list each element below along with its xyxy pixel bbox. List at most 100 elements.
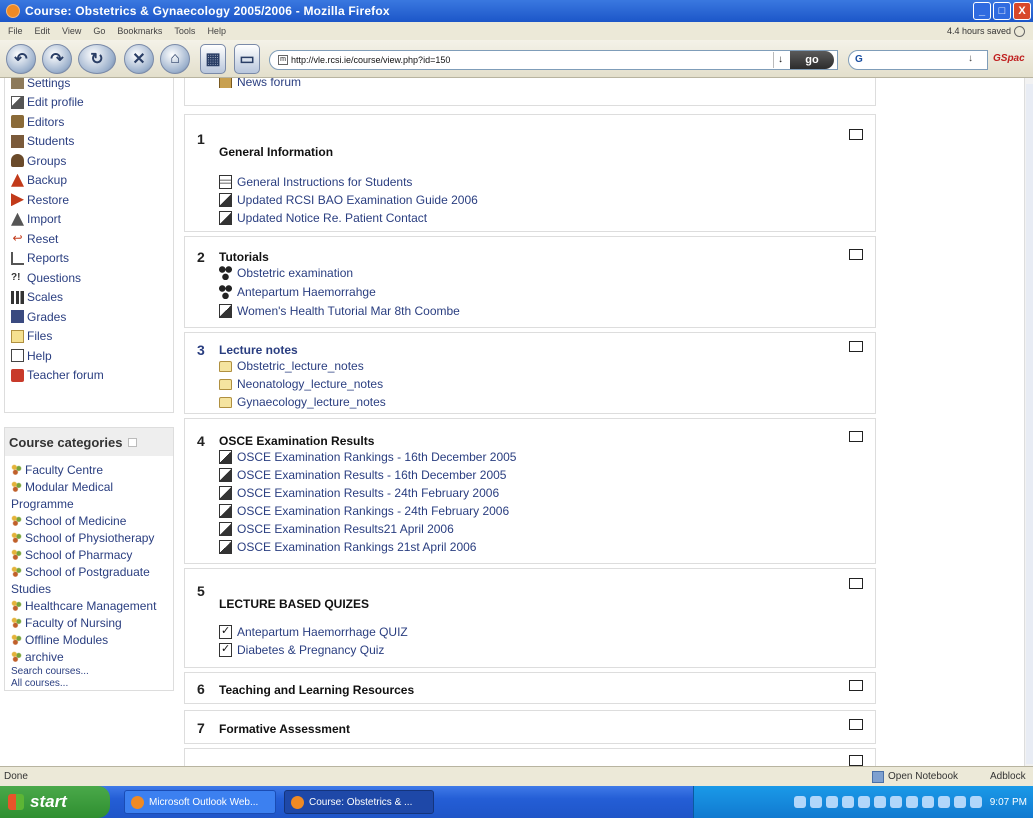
resource-label[interactable]: News forum <box>237 78 301 88</box>
category-item[interactable]: Modular Medical Programme <box>11 479 173 513</box>
category-item[interactable]: archive <box>11 649 173 666</box>
admin-item-help[interactable]: Help <box>11 346 173 366</box>
section-checkbox[interactable] <box>849 755 863 766</box>
admin-item-label[interactable]: Students <box>27 134 74 148</box>
admin-item-backup[interactable]: Backup <box>11 171 173 191</box>
admin-item-label[interactable]: Questions <box>27 271 81 285</box>
section-checkbox[interactable] <box>849 680 863 691</box>
search-dropdown-icon[interactable]: ↓ <box>968 53 973 64</box>
reload-button[interactable]: ↻ <box>78 44 116 74</box>
menu-help[interactable]: Help <box>207 26 226 36</box>
category-link[interactable]: Healthcare Management <box>25 599 156 613</box>
close-button[interactable]: X <box>1013 2 1031 20</box>
admin-item-import[interactable]: Import <box>11 210 173 230</box>
category-item[interactable]: Healthcare Management <box>11 598 173 615</box>
resource-link[interactable]: Neonatology_lecture_notes <box>219 377 383 391</box>
resource-link[interactable]: OSCE Examination Rankings - 16th Decembe… <box>219 450 516 464</box>
url-bar[interactable]: m http://vle.rcsi.ie/course/view.php?id=… <box>269 50 838 70</box>
admin-item-students[interactable]: Students <box>11 132 173 152</box>
resource-label[interactable]: Obstetric examination <box>237 266 353 280</box>
category-link[interactable]: Offline Modules <box>25 633 108 647</box>
admin-item-label[interactable]: Reset <box>27 232 58 246</box>
tray-messenger-icon[interactable] <box>825 796 838 808</box>
resource-link[interactable]: Antepartum Haemorrhage QUIZ <box>219 624 408 639</box>
tray-sync-icon[interactable] <box>937 796 950 808</box>
menu-edit[interactable]: Edit <box>35 26 51 36</box>
resource-label[interactable]: Neonatology_lecture_notes <box>237 377 383 391</box>
admin-item-grades[interactable]: Grades <box>11 307 173 327</box>
resource-link[interactable]: General Instructions for Students <box>219 175 412 189</box>
tray-volume-icon[interactable] <box>841 796 854 808</box>
category-link[interactable]: Modular Medical Programme <box>11 480 113 511</box>
taskbar-item-course[interactable]: Course: Obstetrics & ... <box>284 790 434 814</box>
notebook-label[interactable]: Open Notebook <box>888 771 958 782</box>
admin-item-label[interactable]: Grades <box>27 310 66 324</box>
clock[interactable]: 9:07 PM <box>990 797 1027 808</box>
resource-link[interactable]: Women's Health Tutorial Mar 8th Coombe <box>219 304 460 318</box>
category-link[interactable]: School of Pharmacy <box>25 548 132 562</box>
resource-label[interactable]: OSCE Examination Rankings - 16th Decembe… <box>237 450 516 464</box>
tray-printer-icon[interactable] <box>889 796 902 808</box>
resource-label[interactable]: OSCE Examination Rankings - 24th Februar… <box>237 504 509 518</box>
section-checkbox[interactable] <box>849 341 863 352</box>
admin-item-label[interactable]: Restore <box>27 193 69 207</box>
admin-item-label[interactable]: Scales <box>27 290 63 304</box>
section-checkbox[interactable] <box>849 431 863 442</box>
resource-label[interactable]: OSCE Examination Results - 24th February… <box>237 486 499 500</box>
tray-drive-icon[interactable] <box>969 796 982 808</box>
tray-display-icon[interactable] <box>905 796 918 808</box>
clock-icon[interactable] <box>1014 25 1025 37</box>
resource-label[interactable]: OSCE Examination Results - 16th December… <box>237 468 506 482</box>
tab-button[interactable]: ▭ <box>234 44 260 74</box>
category-link[interactable]: School of Postgraduate Studies <box>11 565 150 596</box>
resource-label[interactable]: Antepartum Haemorrhage QUIZ <box>237 625 408 639</box>
section-checkbox[interactable] <box>849 129 863 140</box>
search-courses-link[interactable]: Search courses... <box>11 666 173 678</box>
taskbar-item-outlook[interactable]: Microsoft Outlook Web... <box>124 790 276 814</box>
category-link[interactable]: School of Medicine <box>25 514 126 528</box>
menu-file[interactable]: File <box>8 26 23 36</box>
admin-item-editors[interactable]: Editors <box>11 112 173 132</box>
resource-link[interactable]: Obstetric_lecture_notes <box>219 359 364 373</box>
resource-link[interactable]: OSCE Examination Rankings - 24th Februar… <box>219 504 509 518</box>
search-engine-icon[interactable]: G <box>855 54 863 65</box>
admin-item-label[interactable]: Help <box>27 349 52 363</box>
admin-item-scales[interactable]: Scales <box>11 288 173 308</box>
gspace-button[interactable]: GSpac <box>993 53 1025 64</box>
admin-item-restore[interactable]: Restore <box>11 190 173 210</box>
resource-link[interactable]: Diabetes & Pregnancy Quiz <box>219 642 384 657</box>
admin-item-label[interactable]: Settings <box>27 78 70 90</box>
maximize-button[interactable]: □ <box>993 2 1011 20</box>
admin-item-files[interactable]: Files <box>11 327 173 347</box>
admin-item-label[interactable]: Edit profile <box>27 95 84 109</box>
home-button[interactable]: ⌂ <box>160 44 190 74</box>
resource-link[interactable]: Gynaecology_lecture_notes <box>219 395 386 409</box>
collapse-toggle-icon[interactable] <box>128 437 138 447</box>
admin-item-label[interactable]: Files <box>27 329 52 343</box>
url-dropdown-icon[interactable]: ↓ <box>773 52 787 68</box>
category-item[interactable]: School of Medicine <box>11 513 173 530</box>
resource-label[interactable]: OSCE Examination Rankings 21st April 200… <box>237 540 476 554</box>
all-courses-link[interactable]: All courses... <box>11 678 173 690</box>
resource-link[interactable]: Obstetric examination <box>219 266 353 280</box>
category-link[interactable]: Faculty Centre <box>25 463 103 477</box>
resource-link[interactable]: OSCE Examination Results21 April 2006 <box>219 522 454 536</box>
admin-item-label[interactable]: Teacher forum <box>27 368 104 382</box>
minimize-button[interactable]: _ <box>973 2 991 20</box>
task-label[interactable]: Course: Obstetrics & ... <box>309 797 412 808</box>
category-item[interactable]: School of Physiotherapy <box>11 530 173 547</box>
category-item[interactable]: School of Pharmacy <box>11 547 173 564</box>
menu-tools[interactable]: Tools <box>174 26 195 36</box>
admin-item-label[interactable]: Reports <box>27 251 69 265</box>
menu-bookmarks[interactable]: Bookmarks <box>117 26 162 36</box>
resource-link[interactable]: Updated Notice Re. Patient Contact <box>219 211 427 225</box>
back-button[interactable]: ↶ <box>6 44 36 74</box>
tray-update-icon[interactable] <box>873 796 886 808</box>
category-link[interactable]: archive <box>25 650 64 664</box>
section-checkbox[interactable] <box>849 719 863 730</box>
admin-item-settings[interactable]: Settings <box>11 78 173 93</box>
resource-link[interactable]: OSCE Examination Results - 24th February… <box>219 486 499 500</box>
admin-item-questions[interactable]: ?! Questions <box>11 268 173 288</box>
category-item[interactable]: Faculty Centre <box>11 462 173 479</box>
news-forum-link[interactable]: News forum <box>219 78 301 88</box>
